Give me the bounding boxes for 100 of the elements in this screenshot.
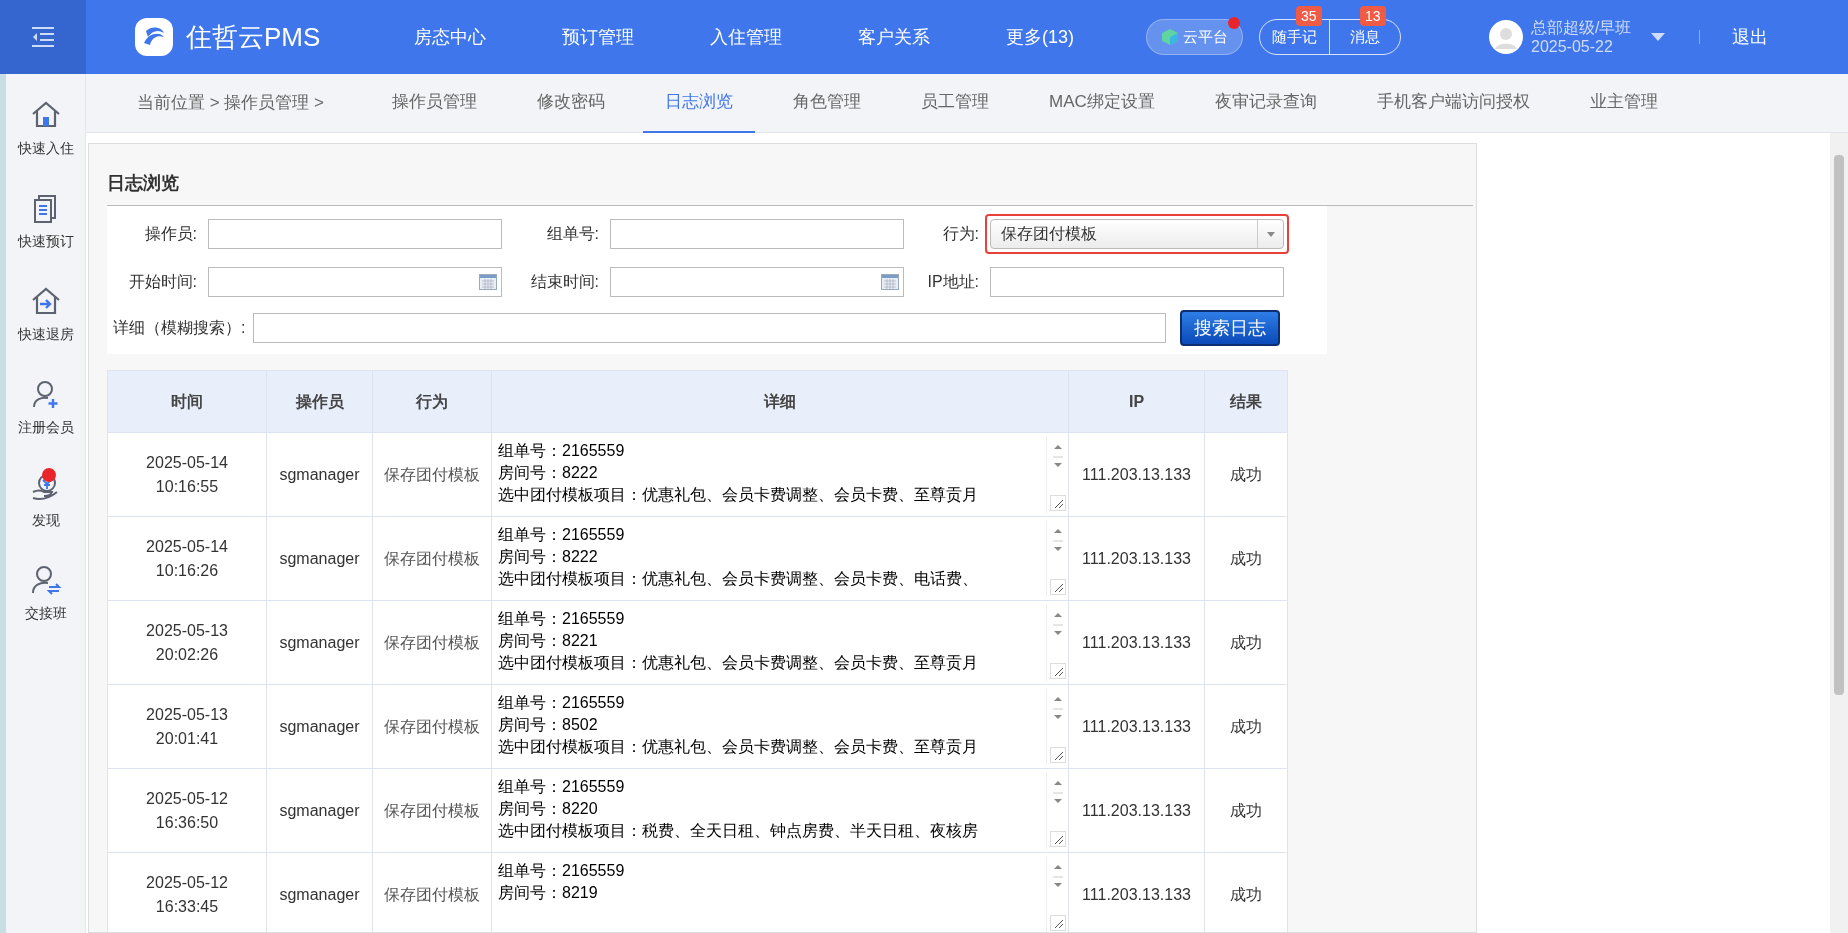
menu-toggle-button[interactable] — [0, 0, 86, 74]
table-cell: sgmanager — [266, 600, 373, 685]
table-cell: 成功 — [1204, 516, 1288, 601]
sidebar-item[interactable]: 交接班 — [24, 565, 67, 624]
user-date: 2025-05-22 — [1531, 37, 1614, 56]
scrollbar[interactable] — [1830, 133, 1848, 933]
input-field[interactable] — [253, 313, 1167, 343]
input-field[interactable] — [610, 219, 904, 249]
table-cell: 111.203.13.133 — [1068, 768, 1205, 853]
caret-icon[interactable] — [1651, 33, 1666, 41]
table-cell: 成功 — [1204, 432, 1288, 517]
resize-grip-icon[interactable] — [1049, 746, 1066, 763]
column-header: 时间 — [107, 370, 267, 433]
detail-line: 组单号：2165559 — [498, 860, 626, 881]
detail-line: 房间号：8502 — [498, 714, 599, 735]
resize-grip-icon[interactable] — [1049, 830, 1066, 847]
dropdown[interactable]: 保存团付模板 — [990, 219, 1284, 249]
detail-text-area[interactable]: 组单号：2165559 房间号：8222 选中团付模板项目：优惠礼包、会员卡费调整、会员卡费、至尊贡月 — [498, 436, 1068, 513]
detail-line: 房间号：8222 — [498, 546, 599, 567]
table-cell: 保存团付模板 — [372, 768, 492, 853]
detail-line: 选中团付模板项目：优惠礼包、会员卡费调整、会员卡费、至尊贡月 — [498, 652, 979, 673]
tab[interactable]: 修改密码 — [515, 73, 628, 133]
table-cell: 保存团付模板 — [372, 516, 492, 601]
nav-link[interactable]: 客户关系 — [858, 23, 930, 51]
nav-link[interactable]: 房态中心 — [414, 23, 486, 51]
cloud-platform-button[interactable]: 云平台 — [1146, 19, 1243, 55]
table-cell: 保存团付模板 — [372, 684, 492, 769]
count-badge: 35 — [1296, 6, 1322, 26]
detail-line: 选中团付模板项目：优惠礼包、会员卡费调整、会员卡费、至尊贡月 — [498, 736, 979, 757]
column-header: 结果 — [1204, 370, 1288, 433]
cube-icon — [1161, 28, 1179, 46]
detail-line: 房间号：8222 — [498, 462, 599, 483]
field-label: 开始时间: — [127, 272, 198, 292]
table-cell: 保存团付模板 — [372, 600, 492, 685]
resize-grip-icon[interactable] — [1049, 662, 1066, 679]
sidebar-item[interactable]: 快速预订 — [17, 193, 74, 252]
table-cell-text: 20:01:41 — [154, 728, 220, 749]
detail-line: 选中团付模板项目：优惠礼包、会员卡费调整、会员卡费、至尊贡月 — [498, 484, 979, 505]
input-field[interactable] — [990, 267, 1284, 297]
logo-icon — [134, 17, 174, 57]
table-cell: 111.203.13.133 — [1068, 684, 1205, 769]
calendar-icon[interactable] — [881, 274, 899, 290]
tab[interactable]: MAC绑定设置 — [1027, 73, 1177, 133]
table-cell: sgmanager — [266, 768, 373, 853]
detail-line: 房间号：8219 — [498, 882, 599, 903]
detail-line: 组单号：2165559 — [498, 524, 626, 545]
breadcrumb: 当前位置 > 操作员管理 > — [137, 92, 325, 115]
sidebar-item[interactable]: 快速入住 — [17, 100, 74, 159]
detail-line: 选中团付模板项目：优惠礼包、会员卡费调整、会员卡费、电话费、 — [498, 568, 979, 589]
table-cell: 成功 — [1204, 768, 1288, 853]
date-field[interactable] — [208, 267, 502, 297]
detail-text-area[interactable]: 组单号：2165559 房间号：8219 — [498, 856, 1068, 932]
tab[interactable]: 操作员管理 — [370, 73, 500, 133]
detail-line: 房间号：8220 — [498, 798, 599, 819]
table-cell-text: 20:02:26 — [154, 644, 220, 665]
date-field[interactable] — [610, 267, 904, 297]
calendar-icon[interactable] — [479, 274, 497, 290]
table-cell-text: 16:33:45 — [154, 896, 220, 917]
sidebar-item[interactable]: 快速退房 — [17, 286, 74, 345]
field-label: 行为: — [941, 224, 980, 244]
table-cell: 成功 — [1204, 684, 1288, 769]
tab[interactable]: 夜审记录查询 — [1192, 73, 1339, 133]
detail-text-area[interactable]: 组单号：2165559 房间号：8222 选中团付模板项目：优惠礼包、会员卡费调整、会员卡费、电话费、 — [498, 520, 1068, 597]
table-cell-text: 16:36:50 — [154, 812, 220, 833]
input-field[interactable] — [208, 219, 502, 249]
search-button[interactable]: 搜索日志 — [1180, 310, 1281, 346]
detail-text-area[interactable]: 组单号：2165559 房间号：8221 选中团付模板项目：优惠礼包、会员卡费调整、会员卡费、至尊贡月 — [498, 604, 1068, 681]
tab[interactable]: 员工管理 — [899, 73, 1012, 133]
user-swap-icon — [29, 565, 62, 597]
table-cell-text: 2025-05-13 — [145, 620, 229, 641]
tab[interactable]: 手机客户端访问授权 — [1354, 73, 1552, 133]
detail-line: 组单号：2165559 — [498, 692, 626, 713]
table-cell: 111.203.13.133 — [1068, 600, 1205, 685]
table-cell: 成功 — [1204, 600, 1288, 685]
detail-text-area[interactable]: 组单号：2165559 房间号：8220 选中团付模板项目：税费、全天日租、钟点房费、半天日租、夜核房 — [498, 772, 1068, 849]
resize-grip-icon[interactable] — [1049, 494, 1066, 511]
detail-line: 选中团付模板项目：税费、全天日租、钟点房费、半天日租、夜核房 — [498, 820, 979, 841]
table-cell: sgmanager — [266, 432, 373, 517]
nav-link[interactable]: 入住管理 — [710, 23, 782, 51]
sidebar-item[interactable]: 发现 — [29, 472, 62, 531]
column-header: 操作员 — [266, 370, 373, 433]
avatar-icon — [1489, 20, 1523, 54]
nav-link[interactable]: 预订管理 — [562, 23, 634, 51]
resize-grip-icon[interactable] — [1049, 914, 1066, 931]
table-cell: sgmanager — [266, 684, 373, 769]
tab[interactable]: 角色管理 — [771, 73, 884, 133]
field-label: 操作员: — [143, 224, 198, 244]
detail-line: 组单号：2165559 — [498, 608, 626, 629]
sidebar-item[interactable]: 注册会员 — [17, 379, 74, 438]
detail-text-area[interactable]: 组单号：2165559 房间号：8502 选中团付模板项目：优惠礼包、会员卡费调整、会员卡费、至尊贡月 — [498, 688, 1068, 765]
column-header: IP — [1068, 370, 1205, 433]
nav-link[interactable]: 更多(13) — [1006, 23, 1074, 51]
tab[interactable]: 业主管理 — [1567, 73, 1680, 133]
logout-link[interactable]: 退出 — [1732, 23, 1769, 51]
user-role: 总部超级/早班 — [1531, 18, 1632, 37]
table-cell-text: 2025-05-14 — [145, 452, 229, 473]
field-label: 结束时间: — [529, 272, 600, 292]
field-label: 组单号: — [545, 224, 600, 244]
resize-grip-icon[interactable] — [1049, 578, 1066, 595]
field-label: IP地址: — [926, 272, 980, 292]
